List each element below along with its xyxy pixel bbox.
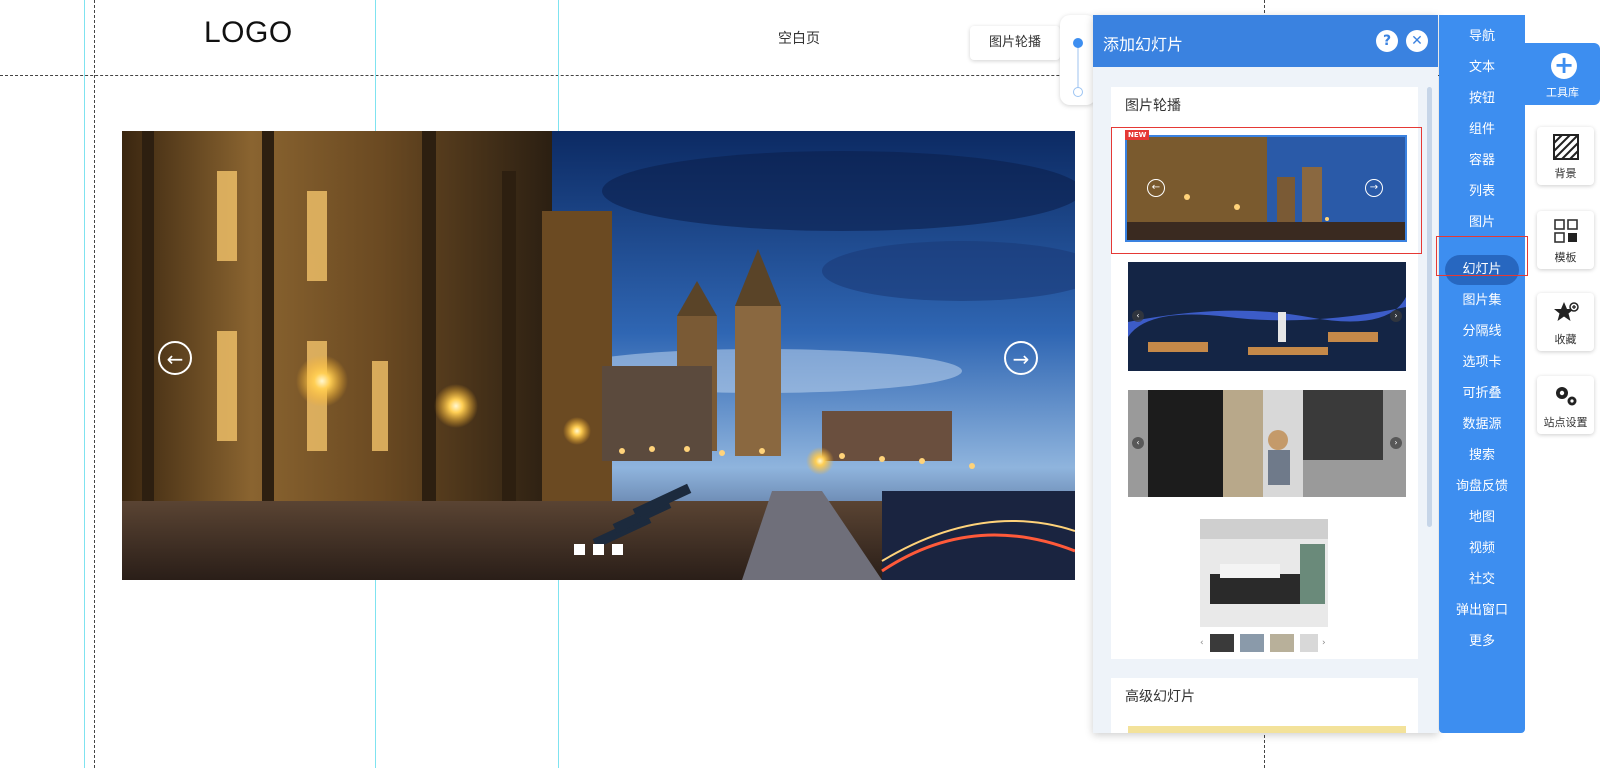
side-button-label: 背景 [1554,167,1577,180]
nav-item[interactable]: 图片集 [1439,289,1525,313]
nav-item[interactable]: 图片 [1439,211,1525,235]
section-advanced-slideshow: 高级幻灯片 [1111,678,1418,733]
thumb-prev-icon: ‹ [1132,310,1144,322]
nav-item[interactable]: 搜索 [1439,444,1525,468]
thumb-next-icon: → [1365,179,1383,197]
template-button[interactable]: 模板 [1537,211,1594,269]
component-nav: 导航 文本 按钮 组件 容器 列表 图片 幻灯片 图片集 分隔线 选项卡 可折叠… [1439,15,1525,733]
page-title[interactable]: 空白页 [778,28,820,48]
nav-item[interactable]: 分隔线 [1439,320,1525,344]
carousel-template-4[interactable] [1200,519,1328,627]
nav-item[interactable]: 组件 [1439,118,1525,142]
section-title: 高级幻灯片 [1125,689,1195,705]
strip-next-icon[interactable]: › [1322,638,1326,648]
add-slideshow-panel: 添加幻灯片 ? ✕ 图片轮播 ← → NEW ‹ › ‹ › ‹ › 高级幻灯片 [1093,15,1438,733]
component-tag[interactable]: 图片轮播 [970,26,1060,60]
nav-item[interactable]: 可折叠 [1439,382,1525,406]
nav-item[interactable]: 导航 [1439,25,1525,49]
strip-prev-icon[interactable]: ‹ [1200,638,1204,648]
nav-item[interactable]: 容器 [1439,149,1525,173]
logo[interactable]: LOGO [204,16,293,50]
thumb-prev-icon: ‹ [1132,437,1144,449]
slideshow-next-button[interactable]: → [1004,341,1038,375]
side-button-label: 模板 [1554,251,1577,264]
site-settings-button[interactable]: 站点设置 [1537,376,1594,434]
component-slider[interactable] [1060,15,1096,105]
carousel-template-1[interactable]: ← → [1125,135,1407,242]
help-button[interactable]: ? [1376,30,1398,52]
nav-item[interactable]: 弹出窗口 [1439,599,1525,623]
plus-circle-icon: + [1551,53,1577,79]
carousel-template-2[interactable]: ‹ › [1128,262,1406,371]
background-button[interactable]: 背景 [1537,127,1594,185]
toolbox-label: 工具库 [1546,86,1579,99]
nav-item[interactable]: 询盘反馈 [1439,475,1525,499]
template-2-preview [1128,262,1406,371]
nav-item[interactable]: 列表 [1439,180,1525,204]
guide-line-cyan [84,0,85,768]
nav-item[interactable]: 社交 [1439,568,1525,592]
section-image-carousel: 图片轮播 ← → NEW ‹ › ‹ › ‹ › [1111,87,1422,659]
side-button-label: 收藏 [1554,333,1577,346]
carousel-template-3[interactable]: ‹ › [1128,390,1406,497]
thumb-next-icon: › [1390,310,1402,322]
slider-knob[interactable] [1073,38,1083,48]
strip-thumb[interactable] [1240,634,1264,652]
slideshow-dot[interactable] [593,544,604,555]
template-icon [1554,219,1578,243]
template-3-preview [1128,390,1406,497]
nav-item[interactable]: 更多 [1439,630,1525,654]
nav-item[interactable]: 选项卡 [1439,351,1525,375]
new-badge: NEW [1125,130,1150,140]
side-button-label: 站点设置 [1543,416,1588,429]
close-button[interactable]: ✕ [1406,30,1428,52]
slideshow-dot[interactable] [574,544,585,555]
star-icon [1554,302,1579,321]
nav-item[interactable]: 按钮 [1439,87,1525,111]
slideshow[interactable]: ← → [122,131,1075,580]
toolbox-button[interactable]: + 工具库 [1525,43,1600,105]
strip-thumb[interactable] [1210,634,1234,652]
slideshow-pagination [574,544,623,555]
strip-thumb[interactable] [1270,634,1294,652]
slideshow-prev-button[interactable]: ← [158,341,192,375]
strip-thumb[interactable] [1300,634,1318,652]
slideshow-dot[interactable] [612,544,623,555]
favorites-button[interactable]: 收藏 [1537,293,1594,351]
panel-title: 添加幻灯片 [1103,35,1184,54]
nav-item[interactable]: 地图 [1439,506,1525,530]
background-icon [1553,134,1579,160]
slider-track [1077,43,1079,91]
template-4-thumbnail-strip: ‹ › [1200,632,1328,654]
panel-scrollbar[interactable] [1427,87,1432,527]
nav-active-highlight-frame [1436,236,1528,276]
advanced-template-preview[interactable] [1128,726,1406,733]
nav-item[interactable]: 文本 [1439,56,1525,80]
nav-item[interactable]: 数据源 [1439,413,1525,437]
template-4-preview [1200,519,1328,627]
panel-header: 添加幻灯片 ? ✕ [1093,15,1438,67]
slider-knob-end[interactable] [1073,87,1083,97]
thumb-next-icon: › [1390,437,1402,449]
gear-icon [1556,387,1577,406]
template-1-preview [1127,137,1405,240]
slideshow-image [122,131,1075,580]
thumb-prev-icon: ← [1147,179,1165,197]
nav-item[interactable]: 视频 [1439,537,1525,561]
guide-line-vertical [94,0,95,768]
section-title: 图片轮播 [1125,98,1181,114]
